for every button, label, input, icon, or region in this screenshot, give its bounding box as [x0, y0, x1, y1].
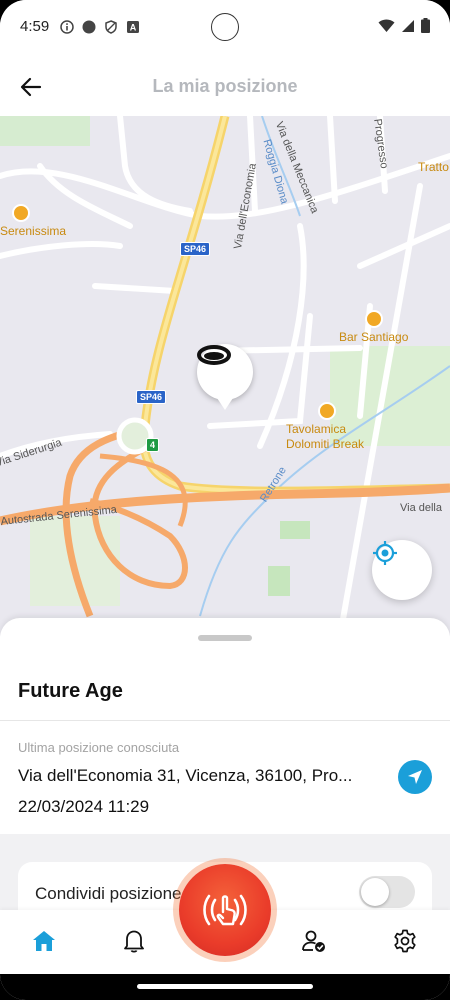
device-name: Future Age [18, 680, 123, 702]
info-circle-icon [60, 20, 74, 34]
navigation-arrow-icon [408, 770, 422, 784]
share-position-toggle[interactable] [359, 876, 415, 908]
road-shield: SP46 [180, 242, 211, 256]
system-gesture-bar [0, 974, 450, 1000]
last-position-label: Ultima posizione conosciuta [18, 740, 180, 755]
a-icon: A [127, 21, 139, 33]
dot-icon [82, 20, 96, 34]
user-check-icon [302, 930, 325, 952]
address-text: Via dell'Economia 31, Vicenza, 36100, Pr… [18, 766, 353, 785]
position-timestamp: 22/03/2024 11:29 [18, 797, 150, 816]
wifi-icon [378, 19, 395, 32]
nav-home[interactable] [29, 926, 59, 956]
status-icons-left: A [60, 20, 140, 34]
nav-settings[interactable] [390, 926, 420, 956]
poi-label: Serenissima [0, 224, 67, 238]
battery-icon [421, 18, 430, 33]
locate-me-button[interactable] [372, 540, 432, 600]
device-location-marker[interactable] [197, 344, 253, 410]
svg-text:A: A [130, 23, 137, 33]
poi-pin [12, 204, 30, 222]
bell-icon [124, 930, 144, 953]
sos-button[interactable] [179, 864, 271, 956]
poi-pin [318, 402, 336, 420]
page-title: La mia posizione [152, 76, 298, 96]
sheet-drag-handle[interactable] [198, 635, 252, 641]
status-icons-right [378, 18, 430, 33]
camera-cutout [211, 13, 239, 41]
street-label: Via della [400, 502, 442, 514]
wristband-icon [197, 345, 231, 365]
app-bar: La mia posizione [0, 58, 450, 116]
gear-icon [394, 929, 416, 953]
poi-label: Tratto [418, 160, 449, 174]
road-shield: SP46 [136, 390, 167, 404]
nav-notifications[interactable] [119, 926, 149, 956]
shield-icon [105, 20, 117, 34]
signal-icon [402, 19, 414, 32]
map-view[interactable]: Via della Meccanica Progresso Roggia Dio… [0, 116, 450, 636]
toggle-knob [361, 878, 389, 906]
phone-screen: 4:59 A La mia posizione Via della Meccan… [0, 0, 450, 1000]
home-icon [33, 931, 55, 951]
poi-label: Bar Santiago [339, 330, 409, 344]
status-time: 4:59 [20, 18, 50, 35]
crosshair-icon [373, 541, 397, 565]
road-shield: 4 [146, 438, 160, 452]
status-bar: 4:59 A [0, 0, 450, 58]
divider [0, 720, 450, 721]
home-indicator[interactable] [137, 984, 313, 989]
sos-hand-icon [203, 894, 247, 926]
nav-profile[interactable] [299, 926, 329, 956]
poi-pin [365, 310, 383, 328]
poi-label: Tavolamica Dolomiti Break [286, 422, 365, 451]
share-position-label: Condividi posizione [35, 884, 182, 903]
navigate-button[interactable] [398, 760, 432, 794]
